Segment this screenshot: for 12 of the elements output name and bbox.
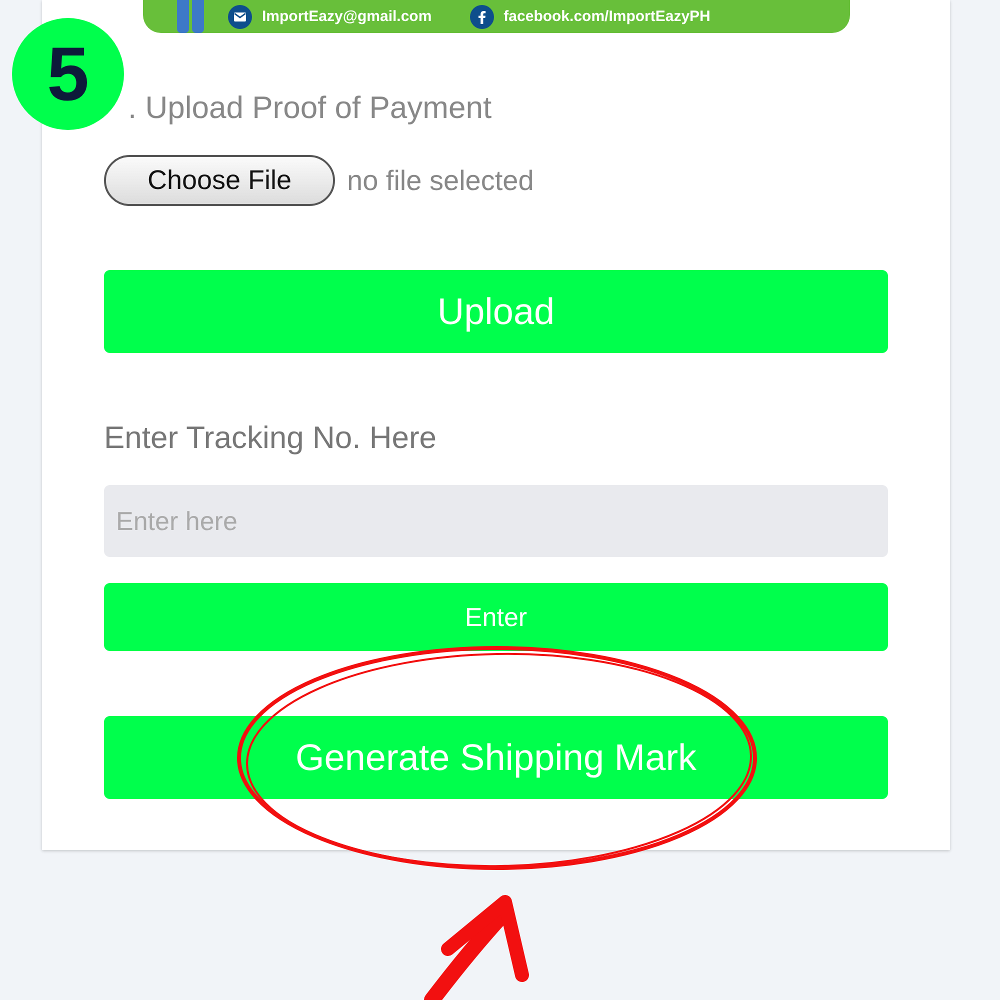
generate-shipping-mark-button[interactable]: Generate Shipping Mark xyxy=(104,716,888,799)
section-heading: . Upload Proof of Payment xyxy=(128,89,493,127)
envelope-icon xyxy=(228,4,252,28)
facebook-icon xyxy=(470,4,494,28)
file-status: no file selected xyxy=(347,164,534,196)
field-label: Enter Tracking No. Here xyxy=(104,419,438,457)
email-address: ImportEazy@gmail.com xyxy=(262,8,432,25)
tracking-input[interactable]: Enter here xyxy=(104,485,888,557)
upload-button[interactable]: Upload xyxy=(104,270,888,353)
enter-button[interactable]: Enter xyxy=(104,583,888,651)
bars-icon xyxy=(177,0,204,33)
choose-file-button[interactable]: Choose File xyxy=(104,155,335,206)
